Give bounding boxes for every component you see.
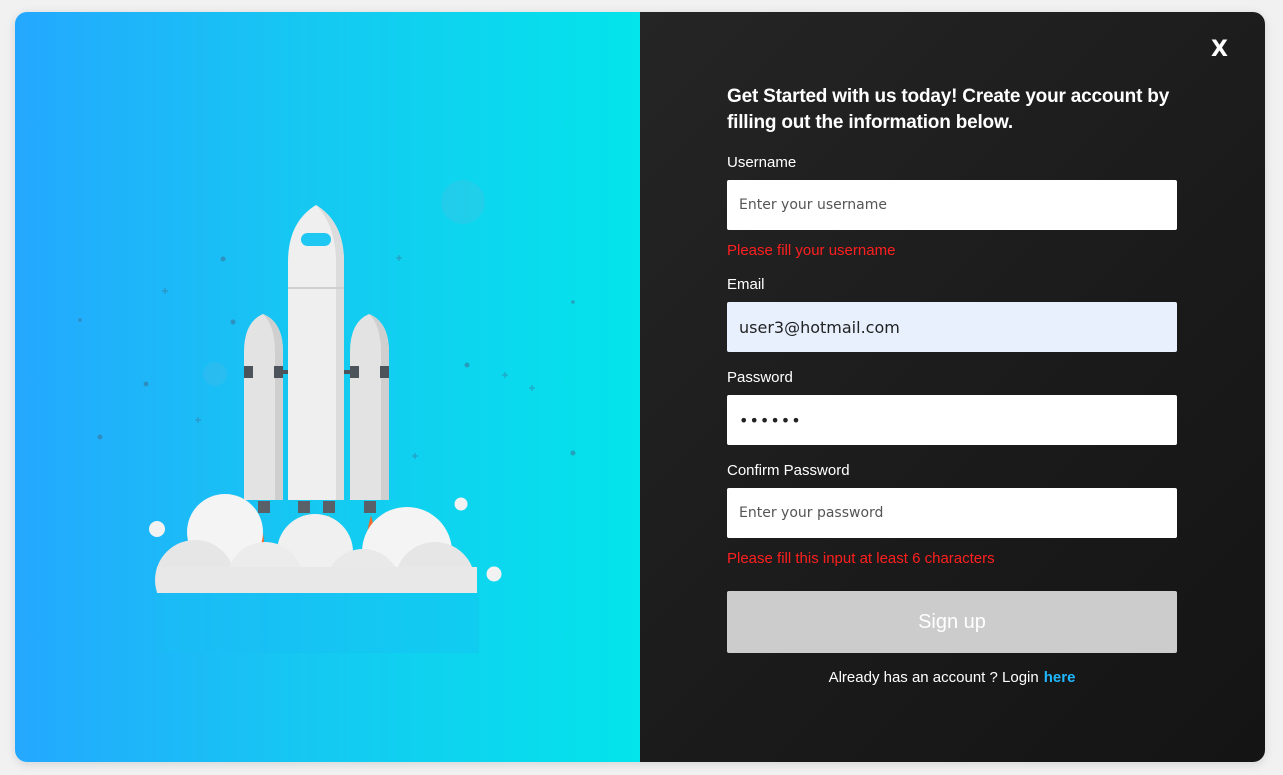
form-panel: X Get Started with us today! Create your… bbox=[640, 12, 1265, 762]
username-input[interactable] bbox=[727, 180, 1177, 230]
login-link[interactable]: here bbox=[1044, 669, 1076, 686]
confirm-password-input[interactable] bbox=[727, 488, 1177, 538]
password-input[interactable] bbox=[727, 395, 1177, 445]
email-input[interactable] bbox=[727, 302, 1177, 352]
login-prompt: Already has an account ? Login bbox=[828, 669, 1039, 686]
password-label: Password bbox=[727, 369, 793, 386]
username-error: Please fill your username bbox=[727, 242, 896, 259]
close-button[interactable]: X bbox=[1211, 39, 1228, 61]
form-heading: Get Started with us today! Create your a… bbox=[727, 86, 1170, 133]
signup-button[interactable]: Sign up bbox=[727, 591, 1177, 653]
signup-form: Get Started with us today! Create your a… bbox=[727, 84, 1177, 688]
signup-modal: X Get Started with us today! Create your… bbox=[15, 12, 1265, 762]
email-label: Email bbox=[727, 276, 765, 293]
username-label: Username bbox=[727, 154, 797, 171]
illustration-panel bbox=[15, 12, 640, 762]
login-row: Already has an account ? Login here bbox=[727, 668, 1177, 688]
confirm-password-error: Please fill this input at least 6 charac… bbox=[727, 550, 995, 567]
confirm-password-label: Confirm Password bbox=[727, 462, 850, 479]
rocket-launch-icon bbox=[78, 180, 576, 653]
